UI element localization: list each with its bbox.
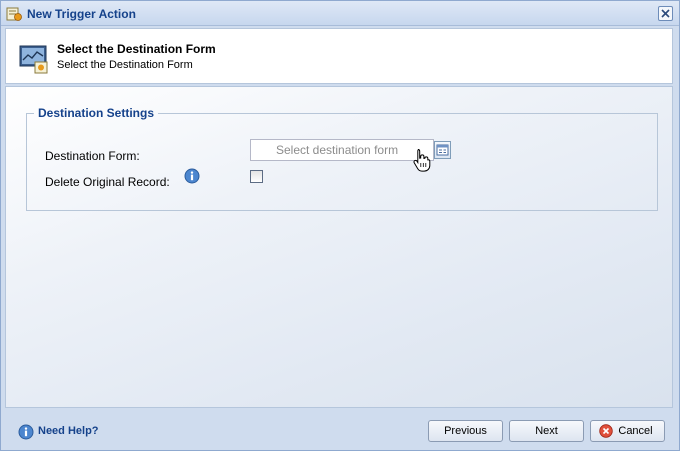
cancel-label: Cancel [618,425,653,437]
cancel-button[interactable]: Cancel [590,420,665,442]
help-info-icon[interactable] [18,424,34,440]
need-help-link[interactable]: Need Help? [38,425,99,437]
dialog-window: New Trigger Action Select the Destinatio… [0,0,680,451]
hand-cursor-icon [413,149,431,172]
next-button[interactable]: Next [509,420,584,442]
dialog-title: New Trigger Action [27,7,136,21]
form-monitor-icon [19,45,48,74]
dialog-footer: Need Help? Previous Next Cancel [1,410,679,450]
close-button[interactable] [658,6,673,21]
cancel-icon [599,424,613,438]
info-icon[interactable] [184,168,200,184]
header-title: Select the Destination Form [57,42,216,56]
form-list-icon [436,144,449,156]
close-icon [661,9,670,18]
delete-original-checkbox[interactable] [250,170,263,183]
wizard-header: Select the Destination Form Select the D… [5,28,673,84]
destination-form-input[interactable] [250,139,434,161]
settings-legend: Destination Settings [38,106,155,120]
trigger-action-icon [6,7,22,21]
destination-form-label: Destination Form: [45,149,140,163]
delete-original-label: Delete Original Record: [45,175,170,189]
previous-button[interactable]: Previous [428,420,503,442]
content-area: Destination Settings Destination Form: D… [5,86,673,408]
title-bar[interactable]: New Trigger Action [1,1,679,26]
header-subtitle: Select the Destination Form [57,59,193,71]
form-picker-button[interactable] [434,141,451,159]
